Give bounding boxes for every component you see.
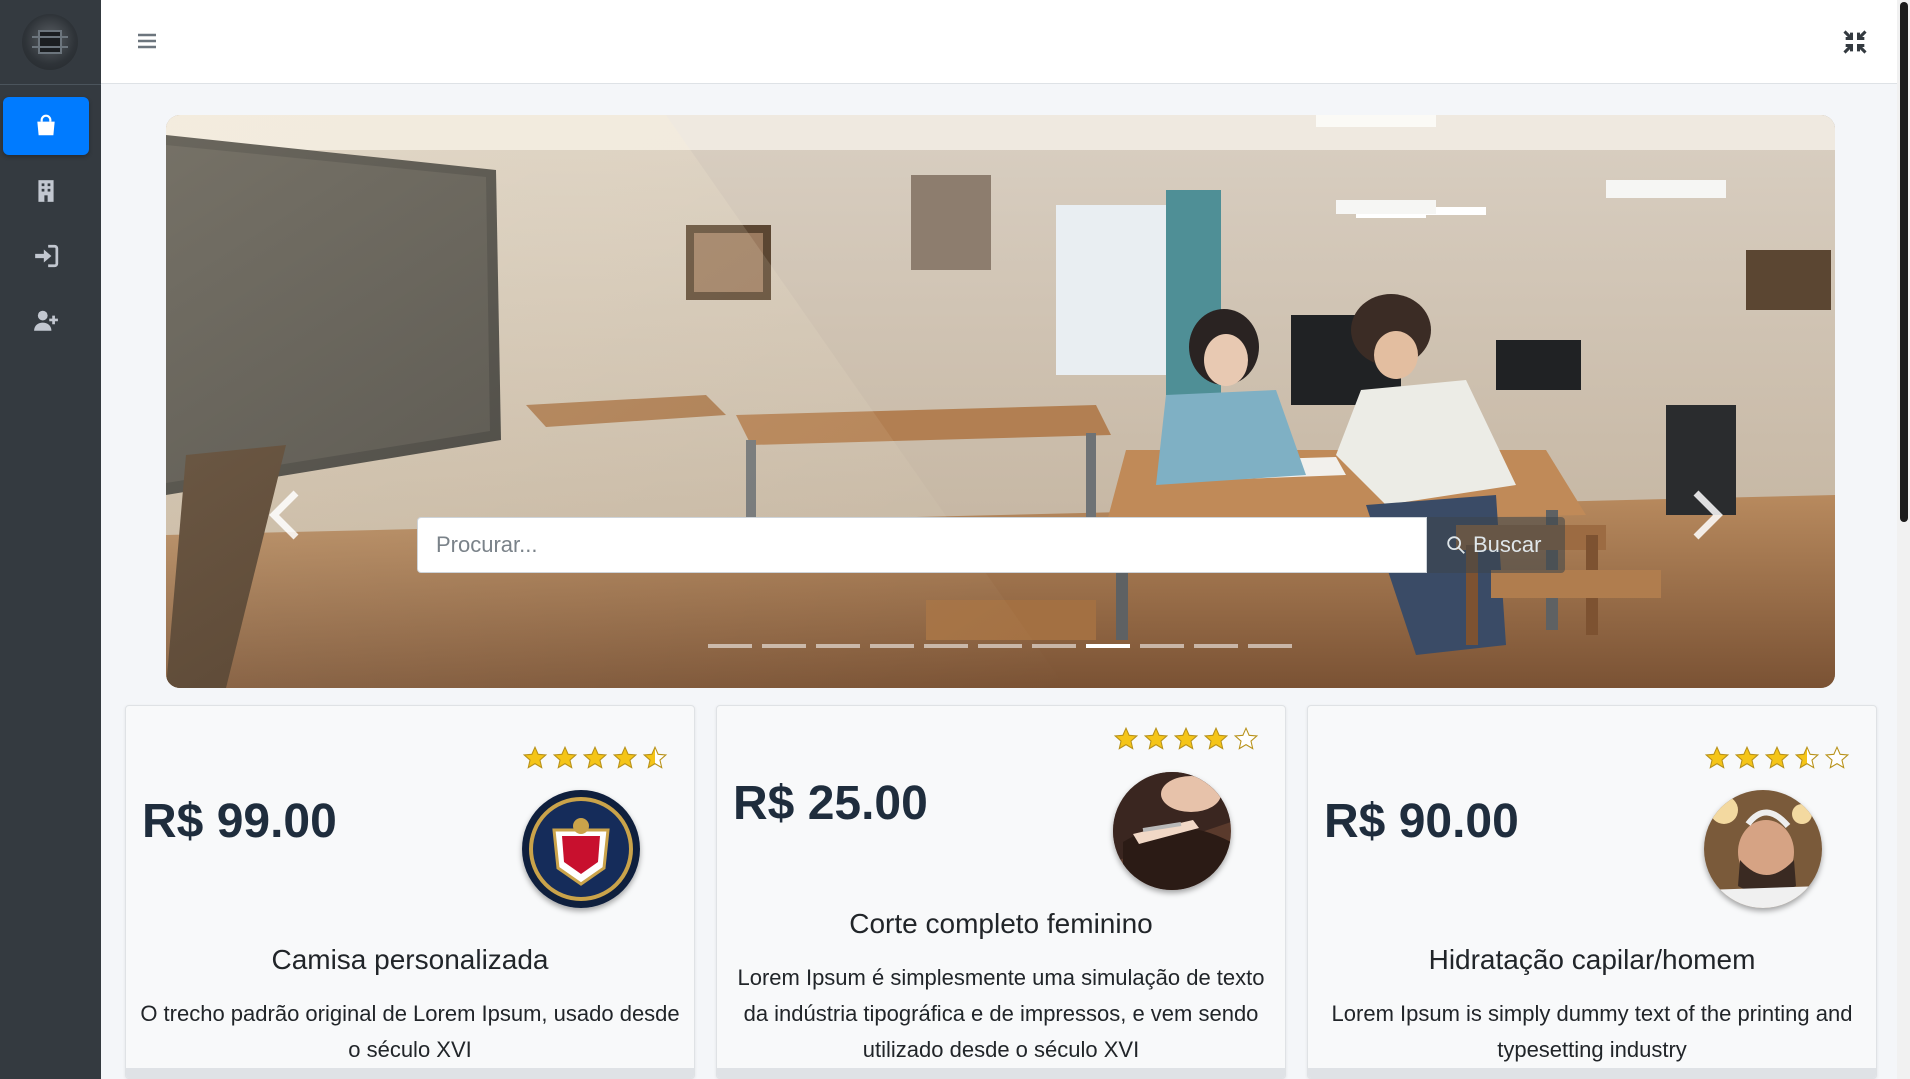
carousel-next-button[interactable]	[1676, 475, 1736, 555]
product-thumbnail	[1704, 790, 1822, 908]
star-empty-icon	[1233, 726, 1259, 757]
sidebar-item-shop[interactable]	[3, 97, 89, 155]
search-button-label: Buscar	[1473, 532, 1542, 557]
star-full-icon	[1113, 726, 1139, 757]
page-scrollbar[interactable]	[1897, 0, 1910, 1079]
carousel-indicator[interactable]	[1140, 644, 1184, 648]
sidebar-item-login[interactable]	[3, 227, 89, 285]
carousel-indicator[interactable]	[924, 644, 968, 648]
compress-icon[interactable]	[1841, 28, 1869, 56]
carousel-indicator[interactable]	[1248, 644, 1292, 648]
carousel-prev-button[interactable]	[256, 475, 316, 555]
sidebar-item-company[interactable]	[3, 162, 89, 220]
search-icon	[1447, 536, 1465, 554]
product-price: R$ 90.00	[1324, 795, 1519, 848]
carousel-indicator[interactable]	[978, 644, 1022, 648]
search-button[interactable]: Buscar	[1427, 517, 1565, 573]
sidebar	[0, 0, 101, 1079]
building-icon	[38, 180, 54, 202]
star-full-icon	[1203, 726, 1229, 757]
user-plus-icon	[34, 310, 58, 331]
carousel-indicator[interactable]	[1086, 644, 1130, 648]
brand-logo[interactable]	[22, 14, 78, 70]
sidebar-item-register[interactable]	[3, 292, 89, 350]
rating-stars	[522, 745, 668, 776]
star-full-icon	[612, 745, 638, 776]
rating-stars	[1704, 745, 1850, 776]
product-thumbnail	[522, 790, 640, 908]
product-price: R$ 99.00	[142, 795, 337, 848]
star-full-icon	[1704, 745, 1730, 776]
carousel-indicator[interactable]	[870, 644, 914, 648]
product-description: Lorem Ipsum is simply dummy text of the …	[1331, 1001, 1853, 1062]
product-card[interactable]: R$ 99.00 Camisa personalizada O trecho p…	[125, 705, 695, 1079]
product-title: Hidratação capilar/homem	[1428, 944, 1756, 975]
star-half-icon	[1794, 745, 1820, 776]
carousel-indicator[interactable]	[762, 644, 806, 648]
star-full-icon	[1143, 726, 1169, 757]
carousel-indicator[interactable]	[708, 644, 752, 648]
search-bar: Buscar	[417, 517, 1565, 573]
carousel-indicator[interactable]	[816, 644, 860, 648]
star-empty-icon	[1824, 745, 1850, 776]
product-description: O trecho padrão original de Lorem Ipsum,…	[140, 1001, 680, 1062]
product-description: Lorem Ipsum é simplesmente uma simulação…	[737, 965, 1265, 1062]
carousel-indicator[interactable]	[1032, 644, 1076, 648]
classroom-slide-image	[166, 115, 1835, 688]
rating-stars	[1113, 726, 1259, 757]
scrollbar-thumb[interactable]	[1900, 2, 1908, 522]
product-title: Camisa personalizada	[271, 944, 549, 975]
product-thumbnail	[1113, 772, 1231, 890]
sidebar-divider	[0, 84, 101, 85]
product-price: R$ 25.00	[733, 777, 928, 830]
star-full-icon	[1734, 745, 1760, 776]
star-half-icon	[642, 745, 668, 776]
star-full-icon	[552, 745, 578, 776]
carousel-indicator[interactable]	[1194, 644, 1238, 648]
star-full-icon	[1173, 726, 1199, 757]
card-footer	[717, 1068, 1285, 1078]
product-card[interactable]: R$ 90.00 Hidratação capilar/homem Lorem …	[1307, 705, 1877, 1079]
sign-in-icon	[35, 244, 59, 268]
star-full-icon	[522, 745, 548, 776]
carousel-indicators	[708, 644, 1292, 648]
hero-carousel: Buscar	[166, 115, 1835, 688]
top-navbar	[101, 0, 1897, 84]
product-card[interactable]: R$ 25.00 Corte completo feminino Lorem I…	[716, 705, 1286, 1079]
product-title: Corte completo feminino	[849, 908, 1153, 939]
shopping-bag-icon	[37, 114, 55, 136]
star-full-icon	[582, 745, 608, 776]
search-input[interactable]	[417, 517, 1427, 573]
card-footer	[126, 1068, 694, 1078]
star-full-icon	[1764, 745, 1790, 776]
card-footer	[1308, 1068, 1876, 1078]
menu-icon[interactable]	[135, 29, 159, 53]
